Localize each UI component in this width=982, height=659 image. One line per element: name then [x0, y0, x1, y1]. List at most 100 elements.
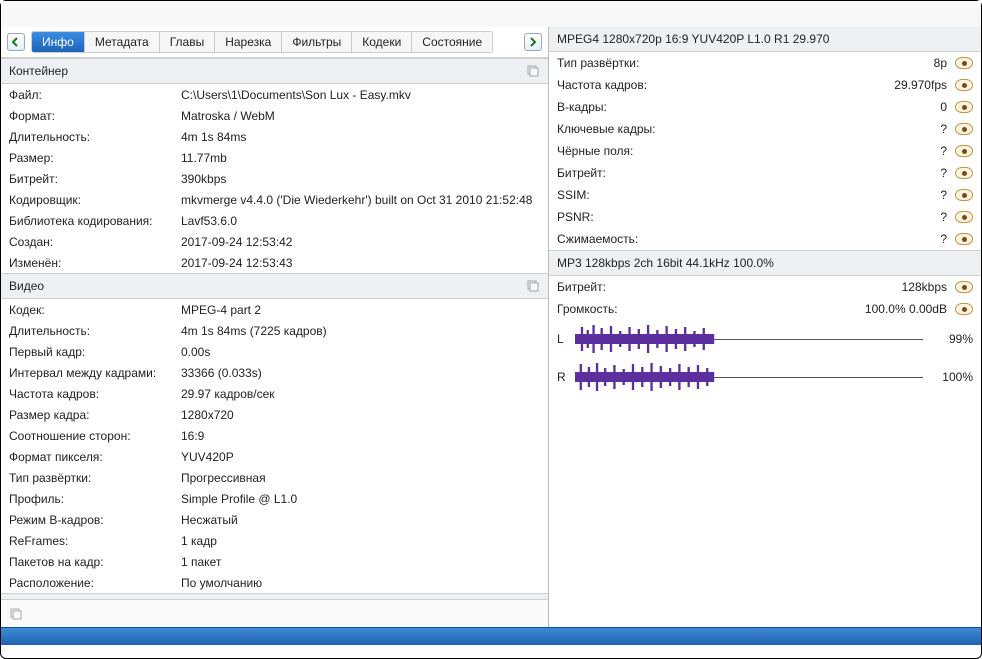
- video-summary-text: MPEG4 1280x720p 16:9 YUV420P L1.0 R1 29.…: [557, 32, 829, 46]
- row-library: Библиотека кодирования:Lavf53.6.0: [1, 210, 548, 231]
- tab-status[interactable]: Состояние: [412, 32, 492, 52]
- tab-cut[interactable]: Нарезка: [215, 32, 282, 52]
- tab-chapters[interactable]: Главы: [160, 32, 216, 52]
- eye-icon[interactable]: [955, 57, 973, 69]
- waveform-right: R 100%: [549, 358, 981, 396]
- eye-icon[interactable]: [955, 79, 973, 91]
- eye-icon[interactable]: [955, 303, 973, 315]
- value: Lavf53.6.0: [181, 214, 540, 228]
- eye-icon[interactable]: [955, 189, 973, 201]
- value: 4m 1s 84ms: [181, 130, 540, 144]
- rrow-scan: Тип развёртки:8p: [549, 52, 981, 74]
- value: 16:9: [181, 429, 540, 443]
- nav-forward-button[interactable]: [524, 33, 542, 51]
- status-bar: [1, 627, 981, 645]
- row-profile: Профиль:Simple Profile @ L1.0: [1, 488, 548, 509]
- arrow-right-icon: [528, 37, 538, 47]
- channel-l-label: L: [557, 332, 567, 346]
- copy-icon[interactable]: [9, 607, 23, 621]
- tab-toolbar: Инфо Метадата Главы Нарезка Фильтры Коде…: [1, 27, 548, 58]
- row-disposition: Расположение:По умолчанию: [1, 572, 548, 593]
- label: Длительность:: [9, 324, 181, 338]
- value: ?: [857, 188, 947, 202]
- value: C:\Users\1\Documents\Son Lux - Easy.mkv: [181, 88, 540, 102]
- row-size: Размер:11.77mb: [1, 147, 548, 168]
- eye-icon[interactable]: [955, 167, 973, 179]
- left-bottom-strip: [1, 599, 548, 627]
- copy-icon[interactable]: [526, 64, 540, 78]
- eye-icon[interactable]: [955, 145, 973, 157]
- row-format: Формат:Matroska / WebM: [1, 105, 548, 126]
- label: Частота кадров:: [557, 78, 857, 92]
- value: 2017-09-24 12:53:42: [181, 235, 540, 249]
- value: ?: [857, 166, 947, 180]
- rrow-volume: Громкость:100.0% 0.00dB: [549, 298, 981, 320]
- label: Размер кадра:: [9, 408, 181, 422]
- row-created: Создан:2017-09-24 12:53:42: [1, 231, 548, 252]
- label: Размер:: [9, 151, 181, 165]
- eye-icon[interactable]: [955, 101, 973, 113]
- rrow-bframes: B-кадры:0: [549, 96, 981, 118]
- label: ReFrames:: [9, 534, 181, 548]
- label: B-кадры:: [557, 100, 857, 114]
- value: ?: [857, 144, 947, 158]
- row-video-duration: Длительность:4m 1s 84ms (7225 кадров): [1, 320, 548, 341]
- label: Чёрные поля:: [557, 144, 857, 158]
- tab-filters[interactable]: Фильтры: [282, 32, 352, 52]
- row-duration: Длительность:4m 1s 84ms: [1, 126, 548, 147]
- label: Битрейт:: [557, 280, 857, 294]
- label: Расположение:: [9, 576, 181, 590]
- eye-icon[interactable]: [955, 123, 973, 135]
- tab-metadata[interactable]: Метадата: [85, 32, 160, 52]
- label: Сжимаемость:: [557, 232, 857, 246]
- value: Simple Profile @ L1.0: [181, 492, 540, 506]
- label: PSNR:: [557, 210, 857, 224]
- value: Несжатый: [181, 513, 540, 527]
- right-pane: MPEG4 1280x720p 16:9 YUV420P L1.0 R1 29.…: [549, 27, 981, 627]
- copy-icon[interactable]: [526, 279, 540, 293]
- info-scroll[interactable]: Контейнер Файл:C:\Users\1\Documents\Son …: [1, 58, 548, 599]
- label: Профиль:: [9, 492, 181, 506]
- waveform-left: L 99%: [549, 320, 981, 358]
- title-bar-space: [1, 1, 981, 27]
- main-split: Инфо Метадата Главы Нарезка Фильтры Коде…: [1, 27, 981, 627]
- channel-l-pct: 99%: [931, 332, 973, 346]
- value: 1280x720: [181, 408, 540, 422]
- label: Библиотека кодирования:: [9, 214, 181, 228]
- rrow-psnr: PSNR:?: [549, 206, 981, 228]
- waveform-r: [575, 362, 923, 392]
- label: SSIM:: [557, 188, 857, 202]
- section-video: Видео: [1, 273, 548, 299]
- waveform-icon: [575, 362, 923, 392]
- value: 0: [857, 100, 947, 114]
- row-first-frame: Первый кадр:0.00s: [1, 341, 548, 362]
- label: Ключевые кадры:: [557, 122, 857, 136]
- channel-r-pct: 100%: [931, 370, 973, 384]
- section-container: Контейнер: [1, 58, 548, 84]
- value: 2017-09-24 12:53:43: [181, 256, 540, 270]
- rrow-blackbars: Чёрные поля:?: [549, 140, 981, 162]
- eye-icon[interactable]: [955, 211, 973, 223]
- value: Прогрессивная: [181, 471, 540, 485]
- tab-info[interactable]: Инфо: [32, 32, 85, 52]
- row-pixfmt: Формат пикселя:YUV420P: [1, 446, 548, 467]
- label: Создан:: [9, 235, 181, 249]
- value: По умолчанию: [181, 576, 540, 590]
- eye-icon[interactable]: [955, 281, 973, 293]
- label: Длительность:: [9, 130, 181, 144]
- value: ?: [857, 122, 947, 136]
- label: Битрейт:: [9, 172, 181, 186]
- waveform-l: [575, 324, 923, 354]
- row-reframes: ReFrames:1 кадр: [1, 530, 548, 551]
- row-encoder: Кодировщик:mkvmerge v4.4.0 ('Die Wiederk…: [1, 189, 548, 210]
- nav-back-button[interactable]: [7, 33, 25, 51]
- section-video-label: Видео: [9, 279, 44, 293]
- tab-codecs[interactable]: Кодеки: [352, 32, 412, 52]
- rrow-vbitrate: Битрейт:?: [549, 162, 981, 184]
- rrow-ssim: SSIM:?: [549, 184, 981, 206]
- eye-icon[interactable]: [955, 233, 973, 245]
- row-bitrate: Битрейт:390kbps: [1, 168, 548, 189]
- value: 33366 (0.033s): [181, 366, 540, 380]
- value: 128kbps: [857, 280, 947, 294]
- label: Первый кадр:: [9, 345, 181, 359]
